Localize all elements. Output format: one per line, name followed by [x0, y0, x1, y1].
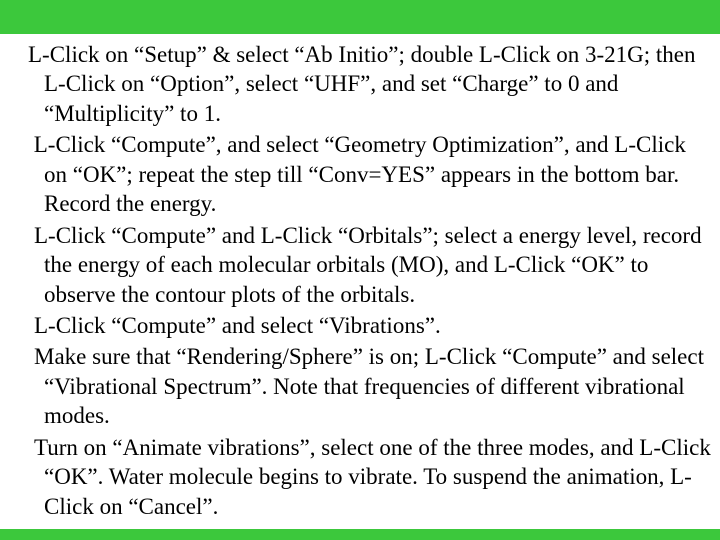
step-number: 8.	[6, 40, 28, 69]
step-text: Turn on “Animate vibrations”, select one…	[34, 435, 711, 519]
step-text: L-Click “Compute” and select “Vibrations…	[34, 313, 441, 338]
step-11: 11.L-Click “Compute” and select “Vibrati…	[6, 311, 714, 340]
step-number: 12.	[6, 342, 34, 371]
step-number: 11.	[6, 311, 34, 340]
step-text: L-Click “Compute”, and select “Geometry …	[28, 132, 686, 216]
instruction-list: 8.L-Click on “Setup” & select “Ab Initio…	[6, 40, 714, 521]
step-9: 9. L-Click “Compute”, and select “Geomet…	[6, 130, 714, 218]
step-12: 12.Make sure that “Rendering/Sphere” is …	[6, 342, 714, 430]
step-8: 8.L-Click on “Setup” & select “Ab Initio…	[6, 40, 714, 128]
step-text: Make sure that “Rendering/Sphere” is on;…	[34, 344, 704, 428]
step-number: 9.	[6, 130, 28, 159]
step-number: 13.	[6, 433, 34, 462]
instruction-card: 8.L-Click on “Setup” & select “Ab Initio…	[0, 34, 720, 529]
step-text: L-Click on “Setup” & select “Ab Initio”;…	[28, 42, 695, 126]
step-13: 13.Turn on “Animate vibrations”, select …	[6, 433, 714, 521]
step-text: L-Click “Compute” and L-Click “Orbitals”…	[34, 223, 702, 307]
slide: 8.L-Click on “Setup” & select “Ab Initio…	[0, 0, 720, 540]
step-number: 10.	[6, 221, 34, 250]
step-10: 10.L-Click “Compute” and L-Click “Orbita…	[6, 221, 714, 309]
